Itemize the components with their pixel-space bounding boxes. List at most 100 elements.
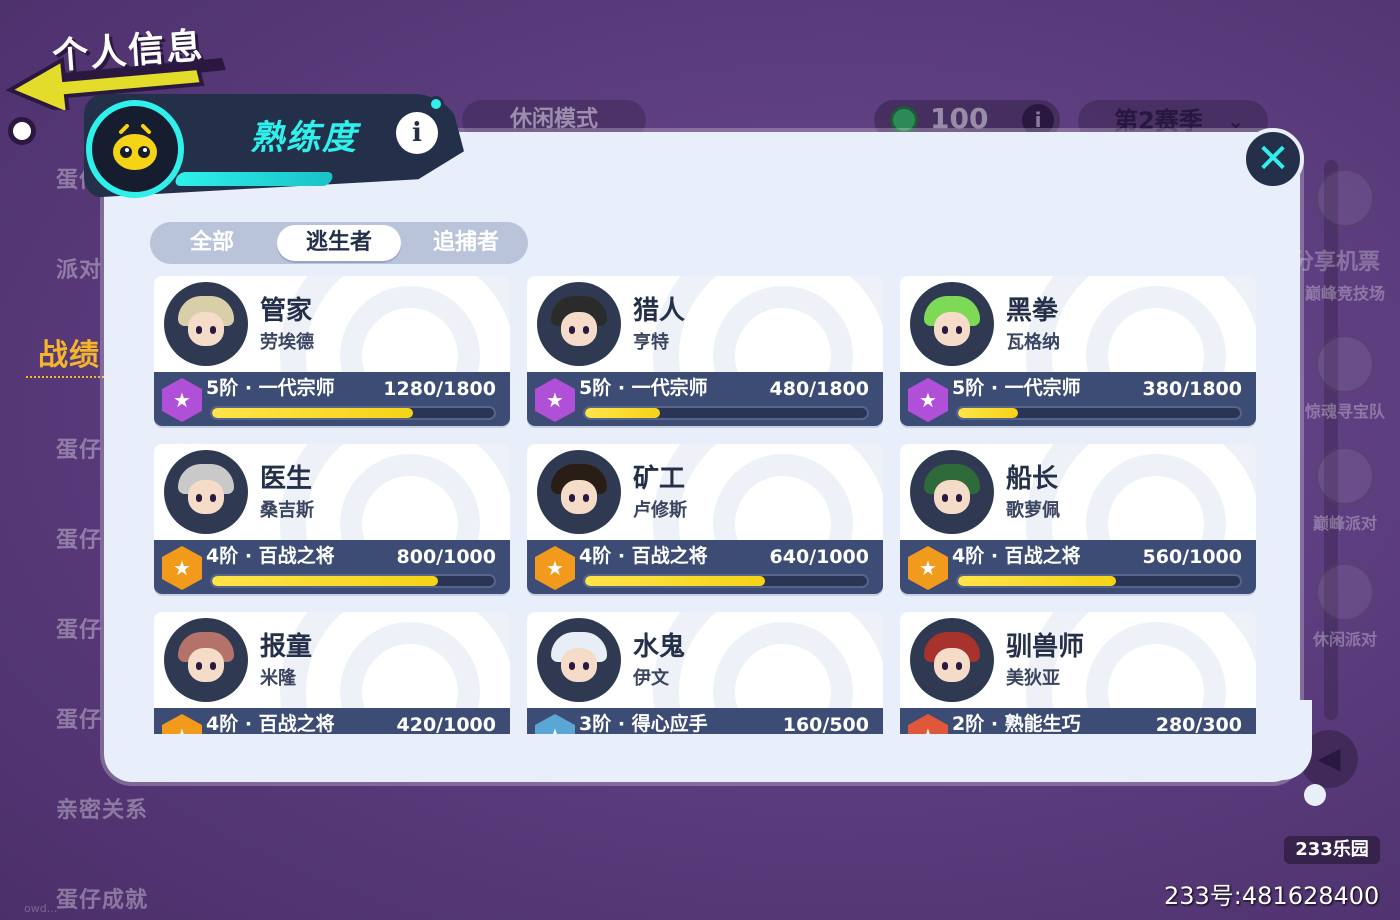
- rank-star-icon: ★: [162, 546, 202, 590]
- character-subname: 歌萝佩: [1006, 500, 1060, 521]
- right-menu-item[interactable]: 巅峰竞技场: [1290, 280, 1400, 304]
- rank-star-icon: ★: [535, 378, 575, 422]
- right-menu-label: 巅峰竞技场: [1304, 284, 1385, 303]
- character-name: 猎人: [633, 296, 686, 326]
- rank-strip: ★2阶 · 熟能生巧 280/300: [900, 708, 1256, 734]
- rank-progress-count: 420/1000: [396, 714, 496, 734]
- progress-fill: [958, 408, 1018, 418]
- character-name: 水鬼: [633, 632, 686, 662]
- character-name: 医生: [260, 464, 313, 494]
- modal-title: 熟练度: [250, 118, 358, 158]
- left-menu-item[interactable]: 蛋仔: [56, 702, 102, 734]
- character-card[interactable]: 医生桑吉斯 ★ 4阶 · 百战之将 800/1000: [154, 444, 510, 594]
- right-menu-item[interactable]: 惊魂寻宝队: [1290, 334, 1400, 422]
- left-menu-item[interactable]: 蛋仔成就: [56, 882, 148, 914]
- character-card[interactable]: 矿工 卢修斯 ★ 4阶 · 百战之将 640/1000: [527, 444, 883, 594]
- share-icon: [1315, 168, 1375, 228]
- rank-strip: ★ 5阶 · 一代宗师 1280/1800: [154, 372, 510, 426]
- party-icon: [1315, 446, 1375, 506]
- close-button[interactable]: ✕: [1242, 128, 1304, 190]
- progress-fill: [585, 408, 661, 418]
- rank-progress-count: 1280/1800: [383, 378, 496, 400]
- character-card[interactable]: 报童米隆 ★4阶 · 百战之将 420/1000: [154, 612, 510, 734]
- character-subname: 美狄亚: [1006, 668, 1060, 689]
- watermark-logo: 233乐园: [1284, 836, 1380, 864]
- role-tabs: 全部 逃生者 追捕者: [150, 222, 528, 264]
- character-card[interactable]: 黑拳 瓦格纳 ★ 5阶 · 一代宗师 380/1800: [900, 276, 1256, 426]
- decor-dot: [428, 96, 444, 112]
- rank-star-icon: ★: [535, 714, 575, 734]
- casual-party-icon: [1315, 562, 1375, 622]
- rank-label: 4阶 · 百战之将: [206, 545, 335, 567]
- character-card[interactable]: 水鬼伊文 ★3阶 · 得心应手 160/500: [527, 612, 883, 734]
- progress-fill: [212, 576, 438, 586]
- character-subname: 卢修斯: [633, 500, 687, 521]
- progress-bar: [956, 406, 1242, 420]
- tab-hunter[interactable]: 追捕者: [404, 222, 528, 264]
- left-menu-item-active[interactable]: 战绩: [38, 330, 100, 374]
- character-card[interactable]: 猎人 亨特 ★ 5阶 · 一代宗师 480/1800: [527, 276, 883, 426]
- character-card[interactable]: 船长 歌萝佩 ★ 4阶 · 百战之将 560/1000: [900, 444, 1256, 594]
- rank-label: 3阶 · 得心应手: [579, 713, 708, 734]
- left-menu-item[interactable]: 蛋仔: [56, 522, 102, 554]
- character-name: 管家: [260, 296, 313, 326]
- character-subname: 桑吉斯: [260, 500, 314, 521]
- left-menu-item[interactable]: 蛋仔: [56, 432, 102, 464]
- rank-label: 5阶 · 一代宗师: [952, 377, 1081, 399]
- rank-star-icon: ★: [162, 714, 202, 734]
- menu-underline: [26, 376, 116, 378]
- rank-star-icon: ★: [535, 546, 575, 590]
- character-name: 矿工: [633, 464, 686, 494]
- character-subname: 劳埃德: [260, 332, 314, 353]
- rank-star-icon: ★: [162, 378, 202, 422]
- proficiency-emblem-icon: [86, 100, 184, 198]
- rank-label: 4阶 · 百战之将: [579, 545, 708, 567]
- rank-progress-count: 800/1000: [396, 546, 496, 568]
- rank-label: 5阶 · 一代宗师: [579, 377, 708, 399]
- share-ticket-button[interactable]: [1290, 168, 1400, 232]
- right-menu-label: 惊魂寻宝队: [1304, 402, 1385, 421]
- right-menu-item[interactable]: 休闲派对: [1290, 562, 1400, 650]
- left-menu-item[interactable]: 蛋仔: [56, 612, 102, 644]
- currency-value: 100: [930, 102, 989, 135]
- character-card[interactable]: 驯兽师美狄亚 ★2阶 · 熟能生巧 280/300: [900, 612, 1256, 734]
- rank-star-icon: ★: [908, 378, 948, 422]
- character-card[interactable]: 管家劳埃德 ★ 5阶 · 一代宗师 1280/1800: [154, 276, 510, 426]
- character-avatar: [537, 450, 621, 534]
- character-avatar: [537, 282, 621, 366]
- treasure-icon: [1315, 334, 1375, 394]
- rank-label: 4阶 · 百战之将: [952, 545, 1081, 567]
- tab-all[interactable]: 全部: [150, 222, 274, 264]
- character-name: 黑拳: [1006, 296, 1059, 326]
- character-avatar: [910, 282, 994, 366]
- rank-strip: ★ 5阶 · 一代宗师 380/1800: [900, 372, 1256, 426]
- progress-bar: [210, 406, 496, 420]
- character-avatar: [910, 618, 994, 702]
- progress-bar: [583, 406, 869, 420]
- decor-dot: [8, 117, 36, 145]
- progress-bar: [583, 574, 869, 588]
- progress-fill: [585, 576, 766, 586]
- character-avatar: [164, 618, 248, 702]
- info-icon[interactable]: i: [396, 112, 438, 154]
- share-label: 分享机票: [1292, 250, 1381, 275]
- character-subname: 伊文: [633, 668, 669, 689]
- rank-progress-count: 560/1000: [1142, 546, 1242, 568]
- left-menu-item[interactable]: 亲密关系: [56, 792, 148, 824]
- character-avatar: [164, 282, 248, 366]
- rank-progress-count: 480/1800: [769, 378, 869, 400]
- rank-label: 4阶 · 百战之将: [206, 713, 335, 734]
- progress-bar: [956, 574, 1242, 588]
- rank-strip: ★ 5阶 · 一代宗师 480/1800: [527, 372, 883, 426]
- rank-progress-count: 280/300: [1155, 714, 1242, 734]
- rank-progress-count: 160/500: [782, 714, 869, 734]
- left-menu-item[interactable]: 派对: [56, 252, 102, 284]
- tab-survivor[interactable]: 逃生者: [277, 225, 401, 261]
- right-menu-label: 巅峰派对: [1312, 514, 1377, 533]
- rank-strip: ★ 4阶 · 百战之将 800/1000: [154, 540, 510, 594]
- right-menu-item[interactable]: 巅峰派对: [1290, 446, 1400, 534]
- page-title: 个人信息: [50, 25, 206, 78]
- season-label: 第2赛季: [1114, 107, 1203, 135]
- modal-tail: [1272, 700, 1312, 780]
- corner-text: owd...: [24, 902, 58, 915]
